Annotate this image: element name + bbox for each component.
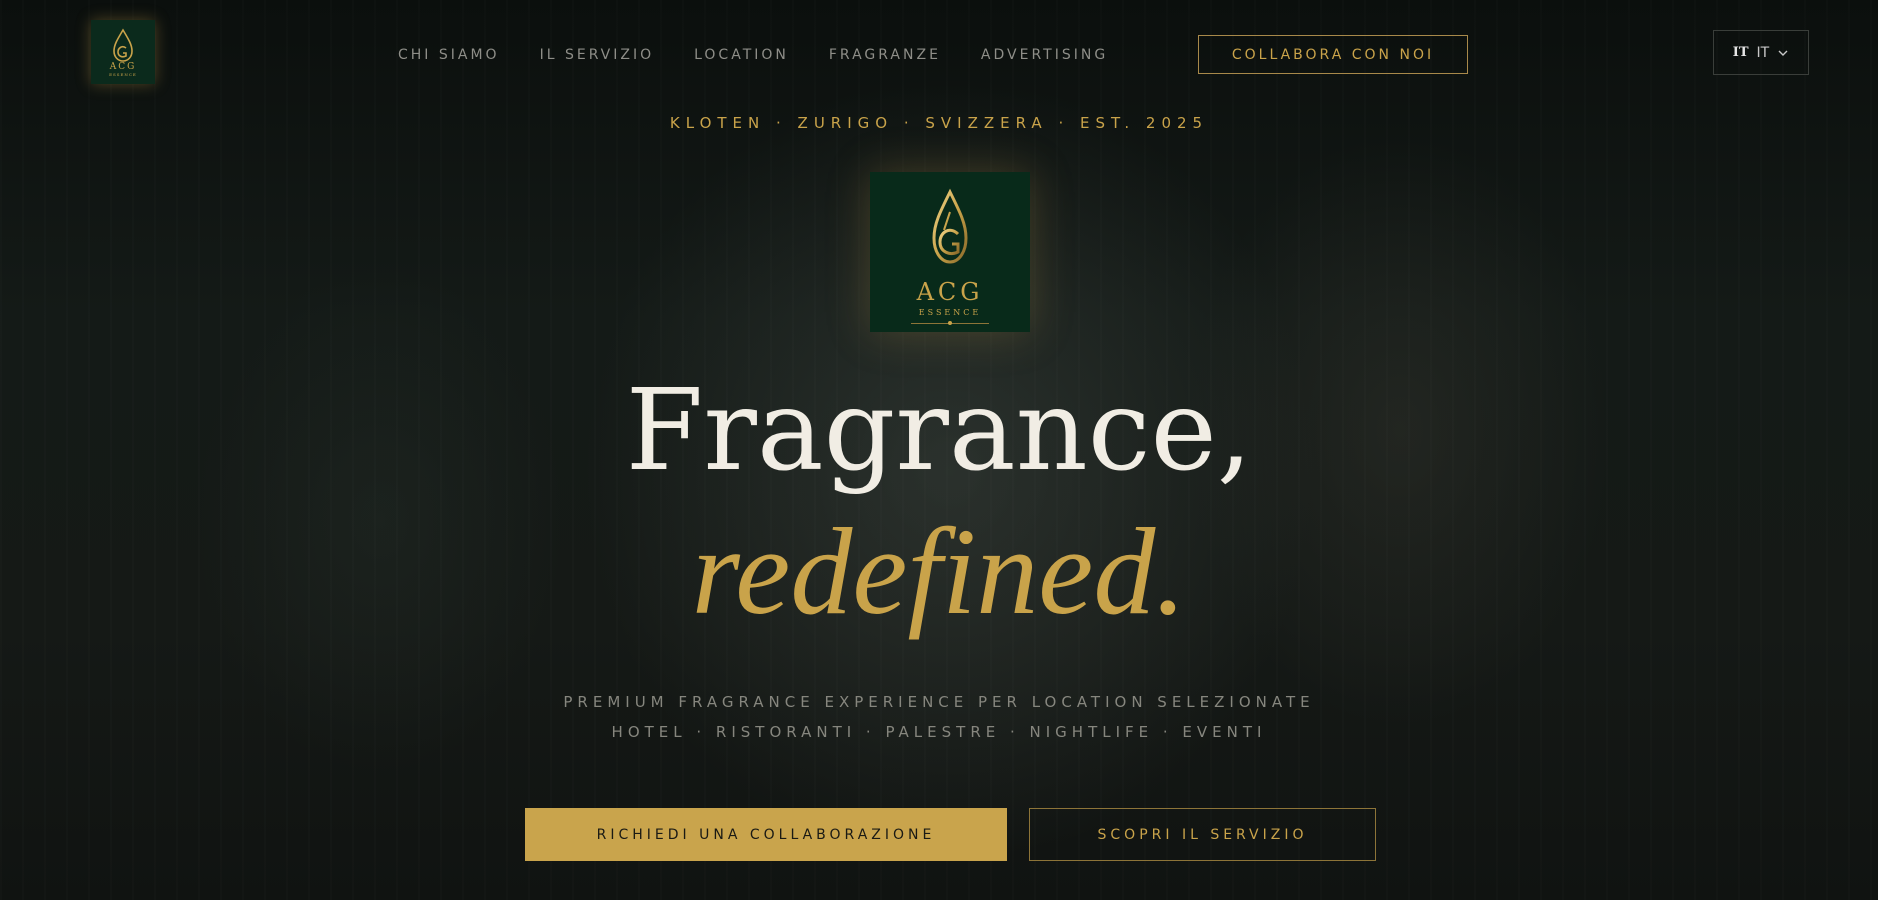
- chevron-down-icon: [1778, 50, 1788, 56]
- location-line: KLOTEN · ZURIGO · SVIZZERA · EST. 2025: [669, 114, 1209, 132]
- hero-logo-monogram: ACG: [916, 278, 984, 306]
- headline-line1: Fragrance,: [625, 366, 1253, 496]
- headline-line2: redefined.: [691, 503, 1187, 640]
- header-logo-monogram: ACG: [109, 61, 137, 72]
- nav-item-advertising[interactable]: ADVERTISING: [981, 47, 1108, 63]
- header-logo-name: ESSENCE: [109, 71, 137, 77]
- collabora-button[interactable]: COLLABORA CON NOI: [1198, 35, 1468, 74]
- language-flag: IT: [1732, 45, 1749, 60]
- tagline-line1: PREMIUM FRAGRANCE EXPERIENCE PER LOCATIO…: [563, 693, 1315, 711]
- request-collaboration-button[interactable]: RICHIEDI UNA COLLABORAZIONE: [525, 808, 1007, 861]
- drop-logo-icon: [113, 27, 133, 62]
- language-selected: IT: [1756, 44, 1770, 61]
- hero-logo: ACG ESSENCE: [870, 172, 1030, 332]
- hero-logo-name: ESSENCE: [918, 308, 982, 317]
- logo-divider: [911, 321, 989, 325]
- language-selector[interactable]: IT IT: [1713, 30, 1809, 75]
- nav-item-il-servizio[interactable]: IL SERVIZIO: [540, 47, 655, 63]
- discover-service-button[interactable]: SCOPRI IL SERVIZIO: [1029, 808, 1376, 861]
- nav-item-fragranze[interactable]: FRAGRANZE: [829, 47, 941, 63]
- header-logo[interactable]: ACG ESSENCE: [91, 20, 155, 84]
- tagline-line2: HOTEL · RISTORANTI · PALESTRE · NIGHTLIF…: [611, 723, 1267, 741]
- drop-logo-icon: [932, 188, 968, 264]
- nav-item-location[interactable]: LOCATION: [694, 47, 789, 63]
- nav-item-chi-siamo[interactable]: CHI SIAMO: [398, 47, 500, 63]
- main-nav: CHI SIAMO IL SERVIZIO LOCATION FRAGRANZE…: [398, 44, 1108, 66]
